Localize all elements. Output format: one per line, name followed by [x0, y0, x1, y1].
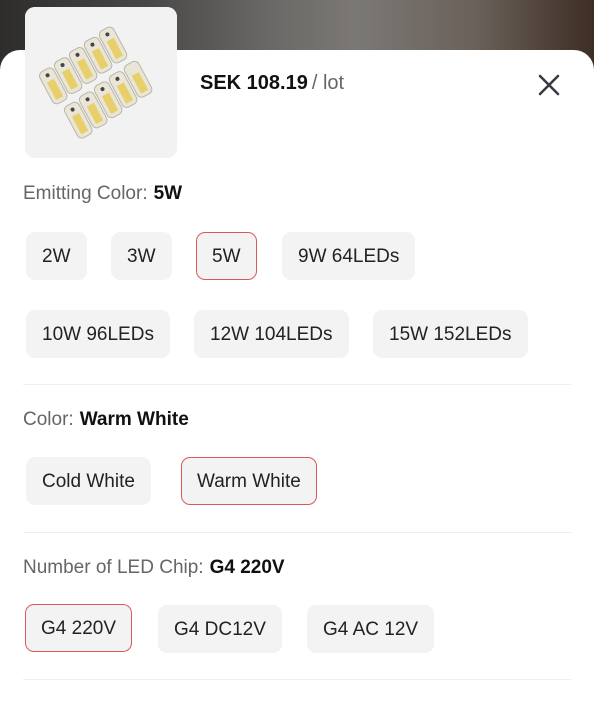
price-display: SEK 108.19/ lot — [200, 72, 344, 95]
emitting-color-label: Emitting Color: 5W — [23, 183, 182, 205]
led-bulbs-image — [25, 7, 177, 158]
option-g4-dc12v[interactable]: G4 DC12V — [158, 605, 282, 653]
price-unit: / lot — [311, 72, 345, 94]
option-g4-220v[interactable]: G4 220V — [25, 604, 132, 652]
option-2w[interactable]: 2W — [26, 232, 87, 280]
option-3w[interactable]: 3W — [111, 232, 172, 280]
product-thumbnail[interactable] — [25, 7, 177, 158]
option-cold-white[interactable]: Cold White — [26, 457, 151, 505]
option-12w-104leds[interactable]: 12W 104LEDs — [194, 310, 349, 358]
section-label-text: Number of LED Chip: — [23, 557, 204, 578]
option-9w-64leds[interactable]: 9W 64LEDs — [282, 232, 416, 280]
color-label: Color: Warm White — [23, 409, 189, 431]
option-warm-white[interactable]: Warm White — [181, 457, 317, 505]
section-label-text: Color: — [23, 409, 74, 430]
selected-value: Warm White — [79, 409, 189, 430]
option-g4-ac-12v[interactable]: G4 AC 12V — [307, 605, 435, 653]
divider — [23, 384, 571, 385]
selected-value: G4 220V — [209, 557, 285, 578]
close-button[interactable] — [534, 70, 564, 100]
section-label-text: Emitting Color: — [23, 183, 148, 204]
option-15w-152leds[interactable]: 15W 152LEDs — [373, 310, 528, 358]
price-value: SEK 108.19 — [200, 72, 308, 94]
option-10w-96leds[interactable]: 10W 96LEDs — [26, 310, 170, 358]
divider — [23, 679, 571, 680]
option-5w[interactable]: 5W — [196, 232, 257, 280]
led-chip-label: Number of LED Chip: G4 220V — [23, 557, 285, 579]
close-icon — [538, 74, 560, 96]
selected-value: 5W — [153, 183, 183, 204]
divider — [23, 532, 571, 533]
